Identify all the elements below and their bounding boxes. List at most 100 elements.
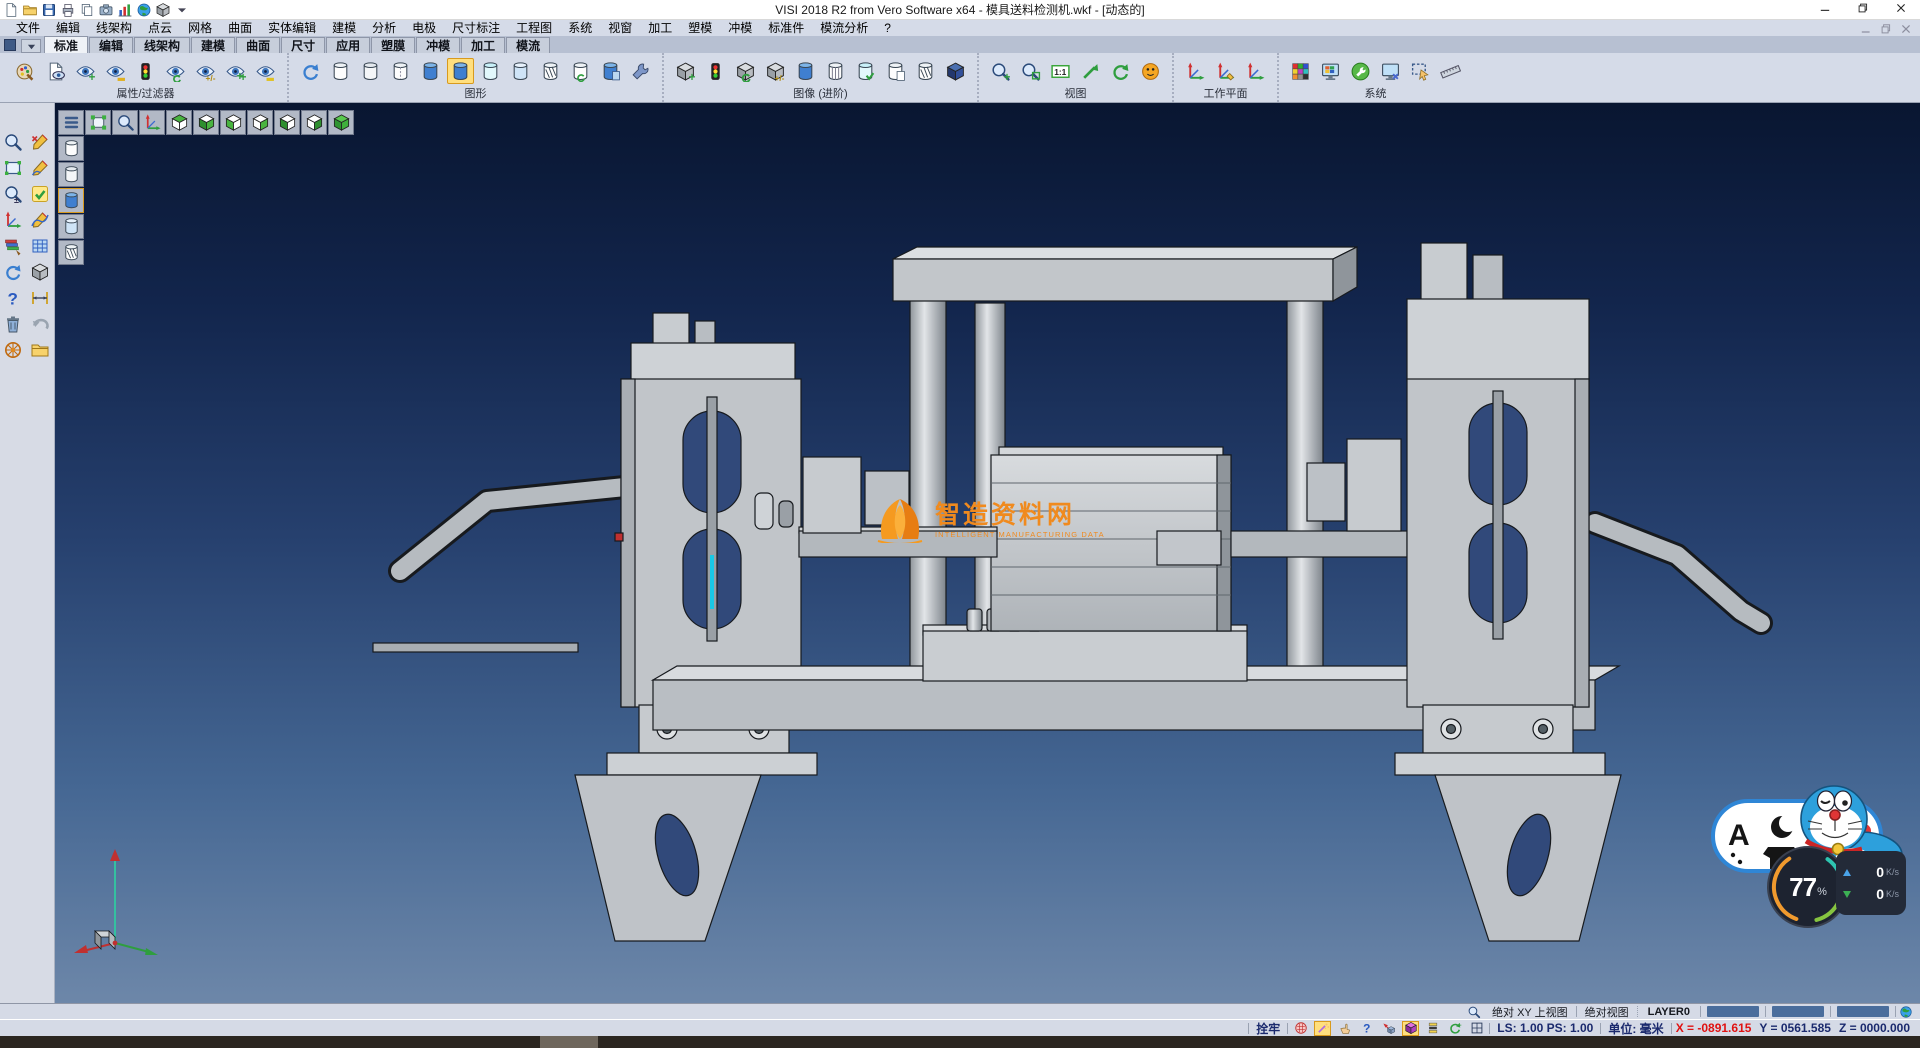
ribbon-tab-9[interactable]: 加工 (461, 37, 505, 53)
menu-item-17[interactable]: 标准件 (760, 20, 812, 36)
confirm-check-icon[interactable] (28, 181, 53, 206)
view-rotate-icon[interactable] (1107, 58, 1134, 84)
hide-all-icon[interactable] (252, 58, 279, 84)
fit-view-icon[interactable] (85, 110, 111, 135)
help-question-icon[interactable]: ? (1, 285, 26, 310)
cylinder-check-icon[interactable] (852, 58, 879, 84)
ribbon-tab-4[interactable]: 曲面 (236, 37, 280, 53)
desktop-assistant-widget[interactable]: A (1710, 779, 1906, 931)
ribbon-tab-3[interactable]: 建模 (191, 37, 235, 53)
zoom-scale-icon[interactable]: ± (1, 181, 26, 206)
menu-item-1[interactable]: 编辑 (48, 20, 88, 36)
ucs-axes-icon[interactable] (1, 207, 26, 232)
app-cube-icon[interactable] (155, 2, 171, 18)
taskbar-item[interactable] (540, 1036, 598, 1048)
cylinder-hatched-icon[interactable] (58, 240, 84, 265)
delete-trash-icon[interactable] (1, 311, 26, 336)
ribbon-tab-2[interactable]: 线架构 (134, 37, 190, 53)
menu-item-10[interactable]: 尺寸标注 (444, 20, 508, 36)
ribbon-tab-1[interactable]: 编辑 (89, 37, 133, 53)
sketch-pencil-icon[interactable] (28, 155, 53, 180)
cylinder-shaded-edges-icon[interactable] (447, 58, 474, 84)
cube-front-icon[interactable] (220, 110, 246, 135)
menu-item-13[interactable]: 视窗 (600, 20, 640, 36)
zoom-1to1-icon[interactable]: 1:1 (1047, 58, 1074, 84)
cylinder-hatch-icon[interactable] (912, 58, 939, 84)
cube-refresh-icon[interactable] (732, 58, 759, 84)
cylinder-flat-icon[interactable] (58, 214, 84, 239)
menu-item-9[interactable]: 电极 (404, 20, 444, 36)
menu-item-15[interactable]: 塑模 (680, 20, 720, 36)
lock-label[interactable]: 拴牢 (1249, 1020, 1287, 1037)
globe-icon[interactable] (1899, 1005, 1913, 1019)
menu-item-18[interactable]: 模流分析 (812, 20, 876, 36)
units-label[interactable]: 单位: 毫米 (1601, 1020, 1670, 1037)
search-icon[interactable] (1467, 1005, 1481, 1019)
cylinder-hatched-icon[interactable] (537, 58, 564, 84)
menu-item-7[interactable]: 建模 (324, 20, 364, 36)
open-folder-icon[interactable] (28, 337, 53, 362)
view-mode-label[interactable]: 绝对 XY 上视图 (1484, 1004, 1576, 1020)
absolute-view-label[interactable]: 绝对视图 (1577, 1004, 1637, 1020)
cylinder-wireframe-icon[interactable] (327, 58, 354, 84)
app-chart-icon[interactable] (117, 2, 133, 18)
ribbon-tab-8[interactable]: 冲模 (416, 37, 460, 53)
show-all-icon[interactable]: ++ (222, 58, 249, 84)
menu-item-5[interactable]: 曲面 (220, 20, 260, 36)
mdi-restore-icon[interactable] (1880, 22, 1892, 34)
zoom-window-icon[interactable] (1017, 58, 1044, 84)
cube-add-icon[interactable]: + (672, 58, 699, 84)
network-speed-panel[interactable]: 0 K/s 0 K/s (1836, 851, 1906, 915)
cylinder-recycle-icon[interactable] (567, 58, 594, 84)
cube-iso-icon[interactable] (328, 110, 354, 135)
snap-hand-icon[interactable] (1336, 1021, 1353, 1036)
ribbon-tab-0[interactable]: 标准 (44, 36, 88, 53)
ribbon-tab-7[interactable]: 塑膜 (371, 37, 415, 53)
eye-plusminus-icon[interactable]: +/- (192, 58, 219, 84)
app-new-file-icon[interactable] (3, 2, 19, 18)
system-tools-icon[interactable] (1347, 58, 1374, 84)
erase-pencil-icon[interactable] (28, 129, 53, 154)
menu-item-19[interactable]: ? (876, 20, 899, 36)
eye-remove-icon[interactable] (102, 58, 129, 84)
regen-refresh-icon[interactable] (1, 259, 26, 284)
navigate-compass-icon[interactable] (1, 337, 26, 362)
app-open-folder-icon[interactable] (22, 2, 38, 18)
workplane-align-icon[interactable] (1242, 58, 1269, 84)
cylinder-dashed-icon[interactable] (387, 58, 414, 84)
axes-view-icon[interactable] (139, 110, 165, 135)
app-snapshot-icon[interactable] (98, 2, 114, 18)
menu-item-12[interactable]: 系统 (560, 20, 600, 36)
cylinder-hidden-line-icon[interactable] (58, 162, 84, 187)
cylinder-striped-icon[interactable] (822, 58, 849, 84)
page-eye-icon[interactable] (42, 58, 69, 84)
app-copy-page-icon[interactable] (79, 2, 95, 18)
ribbon-tab-10[interactable]: 模流 (506, 37, 550, 53)
auto-rotate-icon[interactable]: + (1446, 1021, 1463, 1036)
snap-help-icon[interactable]: ? (1358, 1021, 1375, 1036)
cube-shaded-icon[interactable] (942, 58, 969, 84)
snap-point-icon[interactable] (1380, 1021, 1397, 1036)
cube-plusminus-icon[interactable]: +/- (762, 58, 789, 84)
cylinder-blue-icon[interactable] (792, 58, 819, 84)
ribbon-tab-6[interactable]: 应用 (326, 37, 370, 53)
traffic-light-icon[interactable] (132, 58, 159, 84)
spline-pencil-icon[interactable] (28, 207, 53, 232)
solid-cube-icon[interactable] (28, 259, 53, 284)
mdi-minimize-icon[interactable] (1860, 22, 1872, 34)
eye-refresh-icon[interactable] (162, 58, 189, 84)
grid-plane-icon[interactable] (28, 233, 53, 258)
app-globe-icon[interactable] (136, 2, 152, 18)
snap-box-icon[interactable] (1402, 1021, 1419, 1036)
menu-item-6[interactable]: 实体编辑 (260, 20, 324, 36)
workplane-edit-icon[interactable] (1212, 58, 1239, 84)
zoom-view-icon[interactable] (1, 129, 26, 154)
attributes-palette-icon[interactable] (1, 233, 26, 258)
cylinder-flat-icon[interactable] (507, 58, 534, 84)
layer-list-icon[interactable] (1424, 1021, 1441, 1036)
color-table-icon[interactable] (1287, 58, 1314, 84)
menu-item-4[interactable]: 网格 (180, 20, 220, 36)
cube-bottom-icon[interactable] (193, 110, 219, 135)
ruler-icon[interactable] (1437, 58, 1464, 84)
minimize-button[interactable] (1806, 0, 1844, 19)
